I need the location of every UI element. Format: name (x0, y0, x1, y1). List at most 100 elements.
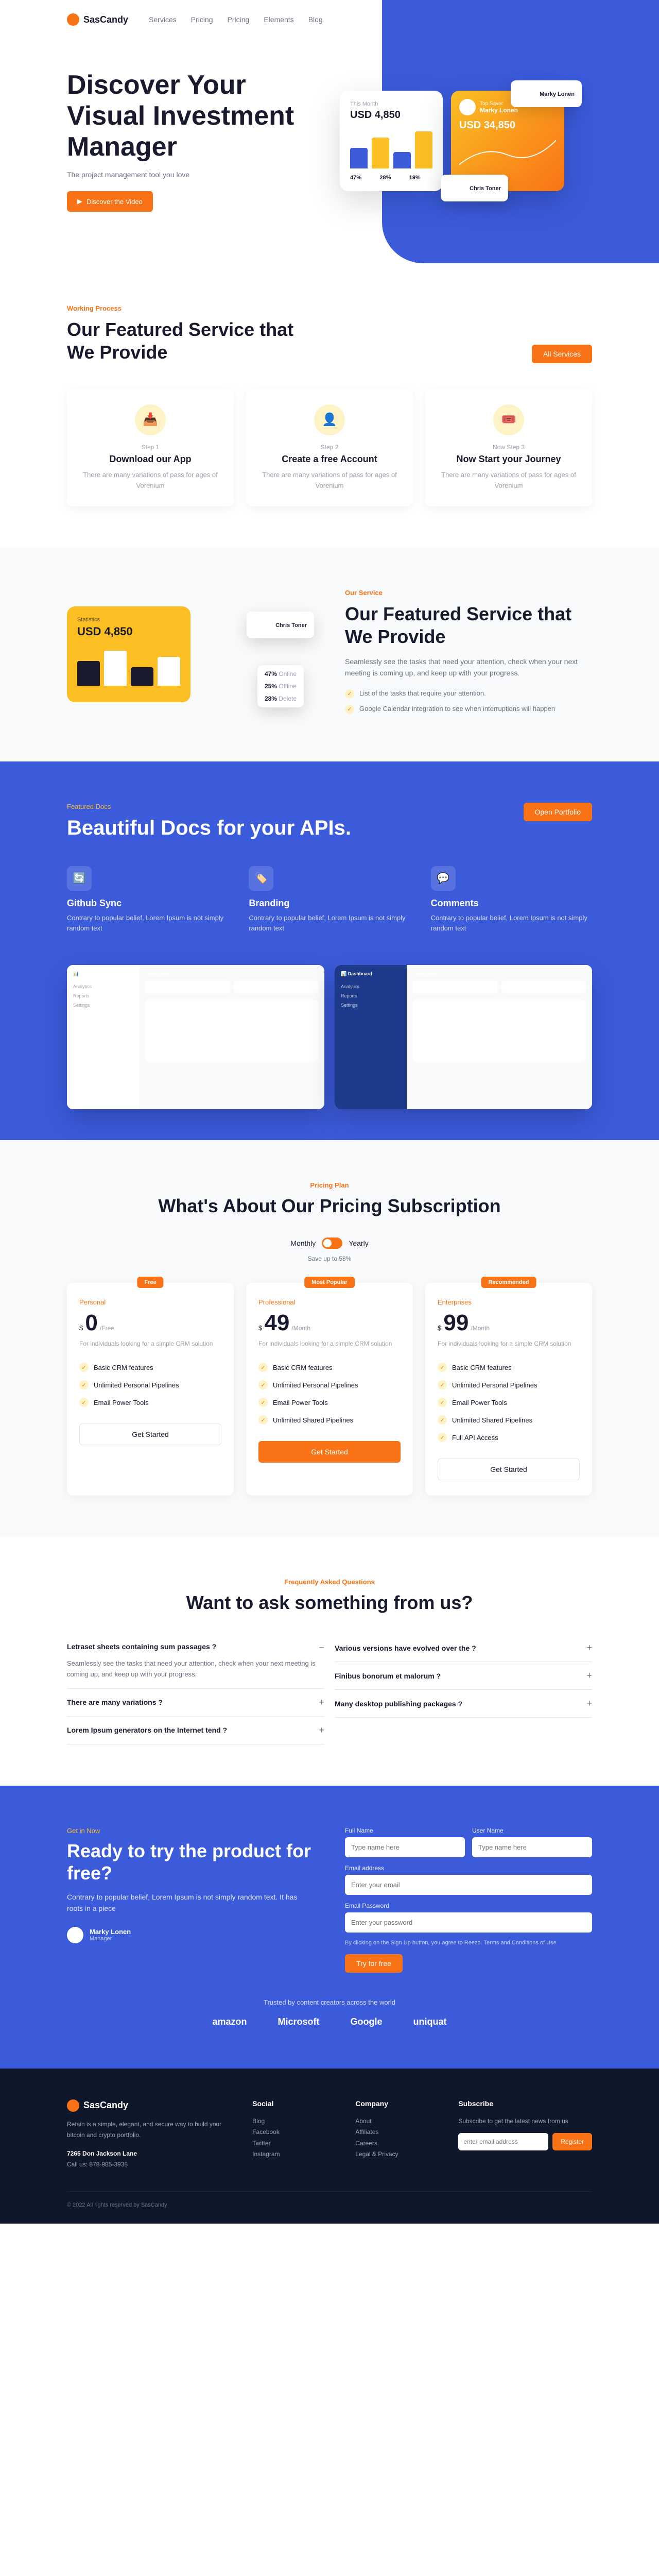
pricing-label: Pricing Plan (67, 1181, 592, 1189)
partner-logo: Microsoft (278, 2016, 320, 2027)
password-input[interactable] (345, 1912, 592, 1933)
check-icon: ✓ (258, 1415, 268, 1425)
check-item: ✓Google Calendar integration to see when… (345, 705, 592, 714)
fullname-input[interactable] (345, 1837, 465, 1857)
footer-link[interactable]: Affiliates (355, 2127, 438, 2138)
footer-link[interactable]: Legal & Privacy (355, 2149, 438, 2160)
trusted-text: Trusted by content creators across the w… (67, 1998, 592, 2006)
main-nav: Services Pricing Pricing Elements Blog (149, 15, 323, 24)
faq-item[interactable]: Various versions have evolved over the ?… (335, 1634, 592, 1662)
step-card: 🎟️ Now Step 3 Now Start your Journey The… (425, 389, 592, 507)
plus-icon: + (586, 1670, 592, 1681)
docs-feature: 🏷️ BrandingContrary to popular belief, L… (249, 866, 410, 935)
check-icon: ✓ (438, 1363, 447, 1372)
fullname-label: Full Name (345, 1827, 465, 1834)
subscribe-input[interactable] (458, 2133, 548, 2150)
email-label: Email address (345, 1865, 592, 1872)
process-section: Working Process Our Featured Service tha… (0, 263, 659, 548)
pricing-toggle[interactable] (322, 1238, 342, 1249)
faq-item[interactable]: Lorem Ipsum generators on the Internet t… (67, 1717, 324, 1744)
pricing-section: Pricing Plan What's About Our Pricing Su… (0, 1140, 659, 1537)
feature-label: Our Service (345, 589, 592, 597)
check-icon: ✓ (79, 1398, 89, 1407)
subscribe-desc: Subscribe to get the latest news from us (458, 2116, 592, 2127)
faq-item[interactable]: Finibus bonorum et malorum ?+ (335, 1662, 592, 1690)
save-badge: Save up to 58% (67, 1255, 592, 1262)
footer-link[interactable]: Twitter (252, 2138, 335, 2149)
feature-stat-card: Statistics USD 4,850 (67, 606, 190, 702)
step-card: 📥 Step 1 Download our App There are many… (67, 389, 234, 507)
get-started-button[interactable]: Get Started (79, 1423, 221, 1445)
password-label: Email Password (345, 1902, 592, 1909)
subscribe-heading: Subscribe (458, 2099, 592, 2108)
logo[interactable]: SasCandy (67, 13, 128, 26)
price-card: Recommended Enterprises $99/Month For in… (425, 1283, 592, 1496)
check-icon: ✓ (438, 1398, 447, 1407)
partner-logo: uniquat (413, 2016, 447, 2027)
price-card: Most Popular Professional $49/Month For … (246, 1283, 413, 1496)
price-card: Free Personal $0/Free For individuals lo… (67, 1283, 234, 1496)
check-icon: ✓ (258, 1363, 268, 1372)
faq-title: Want to ask something from us? (67, 1592, 592, 1614)
email-input[interactable] (345, 1875, 592, 1895)
footer-link[interactable]: Instagram (252, 2149, 335, 2160)
form-note: By clicking on the Sign Up button, you a… (345, 1940, 592, 1946)
footer-link[interactable]: Blog (252, 2116, 335, 2127)
get-started-button[interactable]: Get Started (438, 1459, 580, 1480)
logo-icon (67, 13, 79, 26)
hero-subtitle: The project management tool you love (67, 171, 319, 179)
toggle-monthly[interactable]: Monthly (290, 1239, 316, 1247)
get-started-button[interactable]: Get Started (258, 1441, 401, 1463)
nav-blog[interactable]: Blog (308, 15, 323, 24)
docs-feature-icon: 🔄 (67, 866, 92, 891)
mini-card-2: Chris Toner (441, 175, 508, 201)
subscribe-button[interactable]: Register (552, 2133, 592, 2150)
plan-feature: ✓Full API Access (438, 1429, 580, 1446)
toggle-yearly[interactable]: Yearly (349, 1239, 368, 1247)
plus-icon: + (319, 1725, 324, 1736)
mini-card-1: Marky Lonen (511, 80, 582, 107)
plan-feature: ✓Basic CRM features (79, 1359, 221, 1376)
step-icon: 📥 (135, 404, 166, 435)
check-icon: ✓ (79, 1380, 89, 1389)
faq-item[interactable]: Letraset sheets containing sum passages … (67, 1634, 324, 1689)
nav-pricing-2[interactable]: Pricing (228, 15, 250, 24)
footer-link[interactable]: About (355, 2116, 438, 2127)
cta-desc: Contrary to popular belief, Lorem Ipsum … (67, 1891, 314, 1914)
partner-logo: Google (351, 2016, 383, 2027)
minus-icon: − (319, 1642, 324, 1653)
nav-elements[interactable]: Elements (264, 15, 293, 24)
dashboard-preview-light: 📊 Dashboard Analytics Reports Settings Y… (67, 965, 324, 1109)
plus-icon: + (586, 1642, 592, 1653)
faq-label: Frequently Asked Questions (67, 1578, 592, 1586)
all-services-button[interactable]: All Services (532, 345, 592, 363)
process-title: Our Featured Service that We Provide (67, 318, 324, 363)
dashboard-preview-dark: 📊 Dashboard Analytics Reports Settings Y… (335, 965, 592, 1109)
nav-services[interactable]: Services (149, 15, 177, 24)
open-portfolio-button[interactable]: Open Portfolio (524, 803, 593, 821)
check-item: ✓List of the tasks that require your att… (345, 689, 592, 699)
partner-logo: amazon (212, 2016, 247, 2027)
brand-name: SasCandy (83, 14, 128, 25)
step-icon: 👤 (314, 404, 345, 435)
footer-link[interactable]: Facebook (252, 2127, 335, 2138)
faq-section: Frequently Asked Questions Want to ask s… (0, 1537, 659, 1786)
hero-title: Discover Your Visual Investment Manager (67, 70, 319, 162)
check-icon: ✓ (438, 1433, 447, 1442)
footer-link[interactable]: Careers (355, 2138, 438, 2149)
discover-video-button[interactable]: ▶ Discover the Video (67, 191, 153, 212)
try-free-button[interactable]: Try for free (345, 1954, 403, 1973)
nav-pricing[interactable]: Pricing (191, 15, 213, 24)
plan-feature: ✓Email Power Tools (258, 1394, 401, 1411)
step-icon: 🎟️ (493, 404, 524, 435)
price-badge: Most Popular (304, 1277, 355, 1288)
check-icon: ✓ (438, 1415, 447, 1425)
username-input[interactable] (472, 1837, 592, 1857)
faq-item[interactable]: Many desktop publishing packages ?+ (335, 1690, 592, 1718)
faq-item[interactable]: There are many variations ?+ (67, 1689, 324, 1717)
username-label: User Name (472, 1827, 592, 1834)
company-heading: Company (355, 2099, 438, 2108)
cta-user: Marky Lonen Manager (67, 1927, 314, 1943)
plan-feature: ✓Unlimited Shared Pipelines (438, 1411, 580, 1429)
docs-section: Featured Docs Beautiful Docs for your AP… (0, 761, 659, 1141)
